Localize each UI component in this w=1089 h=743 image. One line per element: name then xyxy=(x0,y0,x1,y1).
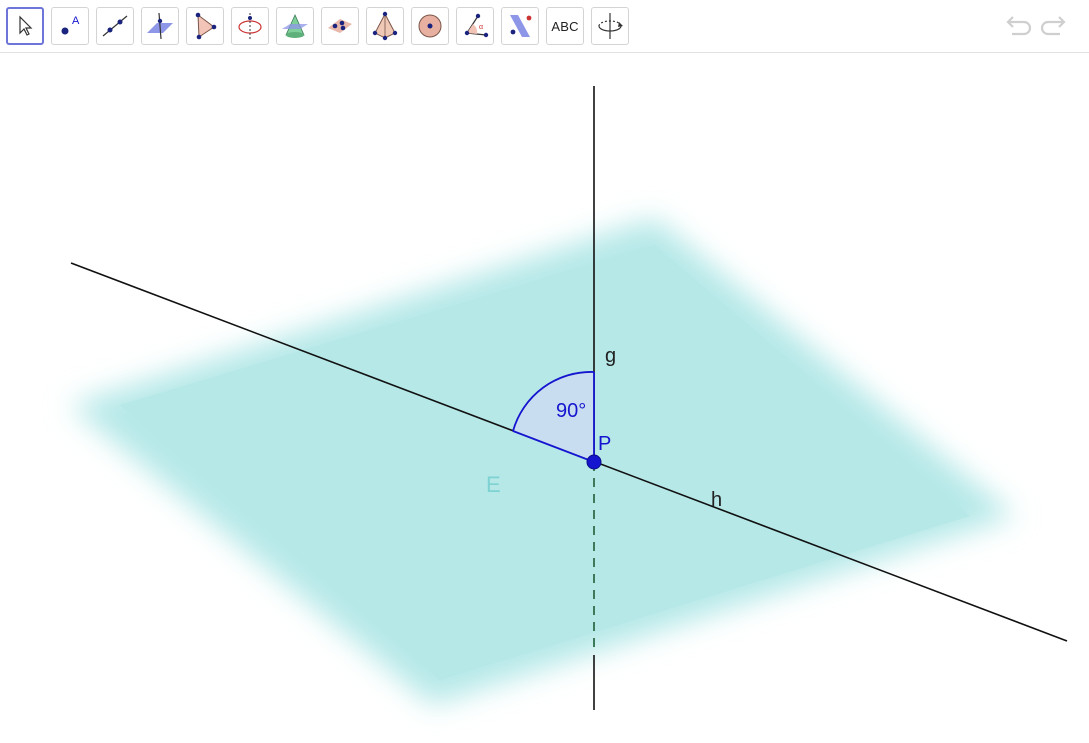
intersect-surfaces-tool-button[interactable] xyxy=(276,7,314,45)
angle-icon: α xyxy=(464,13,489,38)
cone-plane-icon xyxy=(282,14,308,38)
line-icon xyxy=(102,15,128,37)
cursor-arrow-icon xyxy=(19,15,33,36)
redo-icon xyxy=(1040,16,1066,36)
sphere-icon xyxy=(418,14,442,38)
label-P: P xyxy=(598,433,611,455)
perpendicular-line-tool-button[interactable] xyxy=(141,7,179,45)
polygon-tool-button[interactable] xyxy=(186,7,224,45)
plane-points-icon xyxy=(328,19,352,33)
redo-button[interactable] xyxy=(1040,12,1070,42)
reflect-plane-tool-button[interactable] xyxy=(501,7,539,45)
point-tool-button[interactable]: A xyxy=(51,7,89,45)
angle-tool-button[interactable]: α xyxy=(456,7,494,45)
plane-three-points-tool-button[interactable] xyxy=(321,7,359,45)
label-E: E xyxy=(486,472,501,497)
angle-value-label: 90° xyxy=(556,400,586,422)
reflect-plane-icon xyxy=(510,15,532,37)
undo-button[interactable] xyxy=(1002,12,1032,42)
triangle-icon xyxy=(195,12,217,40)
svg-text:α: α xyxy=(479,24,483,31)
graphics-3d-view[interactable]: g h E P 90° xyxy=(0,53,1089,743)
sphere-tool-button[interactable] xyxy=(411,7,449,45)
text-tool-label: ABC xyxy=(551,18,579,34)
pyramid-icon xyxy=(372,11,398,41)
line-tool-button[interactable] xyxy=(96,7,134,45)
label-g: g xyxy=(605,345,616,367)
rotate-view-tool-button[interactable] xyxy=(591,7,629,45)
circle-axis-icon xyxy=(238,13,262,39)
svg-text:A: A xyxy=(72,15,80,27)
move-tool-button[interactable] xyxy=(6,7,44,45)
undo-icon xyxy=(1006,16,1032,36)
point-P[interactable] xyxy=(586,454,602,470)
perpendicular-plane-icon xyxy=(147,12,173,40)
point-icon: A xyxy=(61,15,80,35)
circle-axis-tool-button[interactable] xyxy=(231,7,269,45)
text-tool-button[interactable]: ABC xyxy=(546,7,584,45)
label-h: h xyxy=(711,489,722,511)
pyramid-tool-button[interactable] xyxy=(366,7,404,45)
rotate-3d-icon xyxy=(598,13,623,39)
plane-E-core xyxy=(120,245,970,680)
toolbar: A α ABC xyxy=(0,0,1089,53)
